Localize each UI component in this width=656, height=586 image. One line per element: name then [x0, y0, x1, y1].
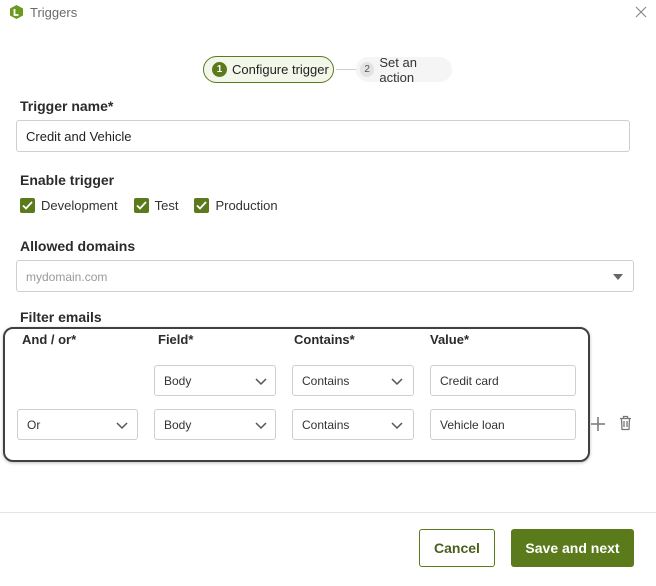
- select-value: Or: [27, 418, 41, 432]
- chevron-down-icon: [391, 422, 403, 430]
- window-title: Triggers: [30, 5, 78, 20]
- checkbox-production[interactable]: Production: [194, 198, 278, 213]
- select-value: Body: [164, 418, 192, 432]
- checkmark-icon: [135, 201, 147, 210]
- checkbox-label: Development: [41, 198, 118, 213]
- column-header-contains: Contains*: [294, 332, 355, 347]
- trash-icon[interactable]: [619, 415, 632, 431]
- allowed-domains-label: Allowed domains: [20, 238, 136, 254]
- title-bar: Triggers: [0, 0, 656, 26]
- cancel-button[interactable]: Cancel: [419, 529, 495, 567]
- trigger-name-label: Trigger name*: [20, 98, 114, 114]
- chevron-down-icon: [116, 422, 128, 430]
- step-label: Configure trigger: [232, 62, 329, 77]
- step-label: Set an action: [379, 54, 417, 85]
- checkbox-label: Test: [154, 198, 179, 213]
- select-value: Body: [164, 374, 192, 388]
- allowed-domains-select[interactable]: mydomain.com: [16, 260, 634, 292]
- checkbox-label: Production: [215, 198, 278, 213]
- row1-value-input[interactable]: [430, 365, 576, 396]
- filter-emails-label: Filter emails: [20, 309, 102, 325]
- step-configure-trigger[interactable]: 1 Configure trigger: [203, 56, 334, 83]
- row2-field-select[interactable]: Body: [154, 409, 276, 440]
- close-button[interactable]: [632, 3, 650, 21]
- row1-field-select[interactable]: Body: [154, 365, 276, 396]
- chevron-down-icon: [255, 378, 267, 386]
- column-header-andor: And / or*: [22, 332, 77, 347]
- checkmark-icon: [196, 201, 208, 210]
- chevron-down-icon: [255, 422, 267, 430]
- checkbox-checked[interactable]: [20, 198, 35, 213]
- step-number: 2: [360, 62, 375, 77]
- enable-trigger-label: Enable trigger: [20, 172, 115, 188]
- row2-andor-select[interactable]: Or: [17, 409, 138, 440]
- checkbox-checked[interactable]: [194, 198, 210, 213]
- row2-contains-select[interactable]: Contains: [292, 409, 414, 440]
- row2-value-input[interactable]: [430, 409, 576, 440]
- step-set-action[interactable]: 2 Set an action: [356, 54, 452, 85]
- row1-contains-select[interactable]: Contains: [292, 365, 414, 396]
- step-number: 1: [212, 62, 227, 77]
- select-value: Contains: [302, 418, 350, 432]
- caret-down-icon: [613, 274, 623, 280]
- column-header-value: Value*: [430, 332, 470, 347]
- checkbox-development[interactable]: Development: [20, 198, 118, 213]
- column-header-field: Field*: [158, 332, 194, 347]
- checkbox-test[interactable]: Test: [133, 198, 179, 213]
- select-value: Contains: [302, 374, 350, 388]
- close-icon: [635, 6, 647, 18]
- add-icon[interactable]: [590, 416, 606, 432]
- enable-trigger-options: Development Test Production: [20, 198, 294, 213]
- checkbox-checked[interactable]: [133, 198, 149, 213]
- domains-placeholder: mydomain.com: [26, 270, 108, 284]
- footer-divider: [0, 512, 656, 513]
- trigger-name-input[interactable]: [16, 120, 630, 152]
- app-logo-icon: [10, 5, 23, 19]
- checkmark-icon: [22, 201, 33, 210]
- chevron-down-icon: [391, 378, 403, 386]
- step-connector: [336, 69, 356, 70]
- save-and-next-button[interactable]: Save and next: [511, 529, 634, 567]
